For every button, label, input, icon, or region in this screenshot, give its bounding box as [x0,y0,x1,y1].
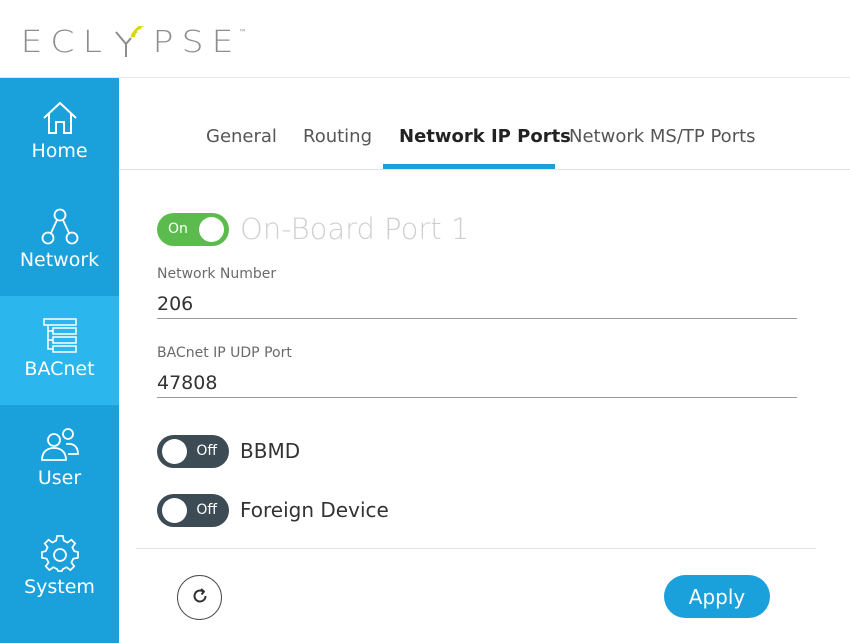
logo-letter: S [181,25,204,60]
udp-port-input[interactable] [157,368,797,398]
trademark-symbol: ™ [238,28,247,37]
apply-button[interactable]: Apply [664,575,770,618]
sidebar-item-bacnet[interactable]: BACnet [0,296,119,405]
tab-general[interactable]: General [206,126,277,147]
refresh-icon [191,587,209,609]
sidebar-item-label: BACnet [24,358,95,380]
eclypse-logo: E C L P S E ™ [20,23,247,60]
gear-icon [40,534,80,574]
port-enable-toggle[interactable]: On [157,213,229,246]
sidebar-item-label: Home [31,140,88,162]
bbmd-toggle[interactable]: Off [157,435,229,468]
sidebar: Home Network BACnet User System [0,78,119,643]
refresh-button[interactable] [177,575,222,620]
port-title: On-Board Port 1 [240,212,470,246]
bbmd-label: BBMD [240,439,301,463]
udp-port-label: BACnet IP UDP Port [157,345,292,361]
toggle-knob [162,439,187,464]
sidebar-item-label: User [37,467,82,489]
bacnet-icon [40,316,80,356]
toggle-knob [199,217,224,242]
sidebar-item-user[interactable]: User [0,405,119,514]
toggle-state-label: On [168,221,188,237]
logo-letter: C [50,25,75,60]
tab-network-mstp-ports[interactable]: Network MS/TP Ports [569,126,756,147]
foreign-device-label: Foreign Device [240,498,389,522]
header: E C L P S E ™ [0,0,850,78]
active-tab-indicator [383,164,555,169]
logo-letter: E [20,25,43,60]
tab-network-ip-ports[interactable]: Network IP Ports [399,126,571,147]
sidebar-item-home[interactable]: Home [0,78,119,187]
toggle-state-label: Off [196,443,217,459]
logo-letter: L [82,25,102,60]
tab-routing[interactable]: Routing [303,126,372,147]
toggle-state-label: Off [196,502,217,518]
logo-letter: P [152,25,174,60]
sidebar-item-system[interactable]: System [0,514,119,623]
footer-divider [136,548,816,549]
users-icon [40,425,80,465]
sidebar-item-label: Network [19,249,100,271]
foreign-device-toggle[interactable]: Off [157,494,229,527]
toggle-knob [162,498,187,523]
sidebar-item-label: System [24,576,95,598]
tab-bar: General Routing Network IP Ports Network… [119,78,850,170]
home-icon [40,98,80,138]
wireless-y-icon [112,23,146,58]
network-icon [40,207,80,247]
logo-letter: E [211,25,234,60]
network-number-label: Network Number [157,266,277,282]
network-number-input[interactable] [157,289,797,319]
sidebar-item-network[interactable]: Network [0,187,119,296]
